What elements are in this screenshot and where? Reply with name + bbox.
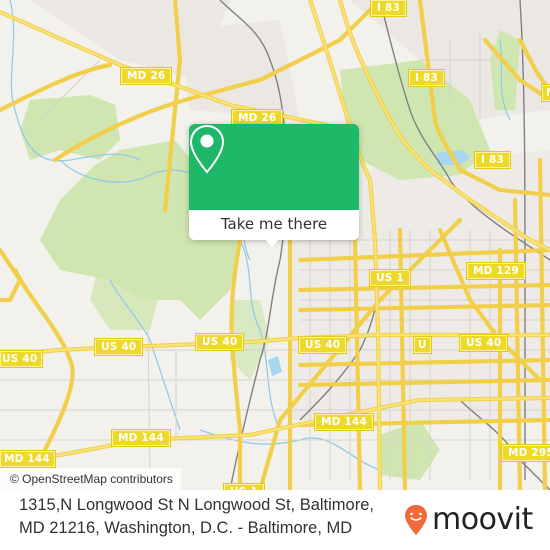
footer: 1315,N Longwood St N Longwood St, Baltim…: [0, 490, 550, 550]
road-shield-md144: MD 144: [112, 430, 170, 446]
road-shield-us40: U: [414, 337, 431, 353]
moovit-logo[interactable]: moovit: [404, 500, 533, 540]
moovit-pin-icon: [405, 505, 427, 535]
destination-address: 1315,N Longwood St N Longwood St, Baltim…: [19, 496, 374, 537]
map-view[interactable]: MD 26 MD 26 I 83 I 83 I 83 M US 1 MD 129…: [0, 0, 550, 490]
location-pin-icon: [189, 124, 225, 174]
road-shield-i83: I 83: [475, 152, 510, 168]
road-shield-md295: MD 295: [502, 445, 550, 461]
road-shield-md144: MD 144: [0, 451, 55, 467]
destination-popup: Take me there: [189, 124, 359, 240]
popup-pointer: [264, 238, 280, 247]
road-shield-us40: US 40: [299, 337, 347, 353]
road-shield-i83: I 83: [371, 0, 406, 16]
map-attribution[interactable]: © OpenStreetMap contributors: [0, 468, 181, 490]
popup-header: [189, 124, 359, 210]
road-shield-i83: I 83: [409, 70, 444, 86]
road-shield-md: M: [542, 85, 550, 101]
road-shield-md26: MD 26: [121, 68, 172, 84]
road-shield-md144: MD 144: [315, 414, 373, 430]
road-shield-us40: US 40: [0, 351, 43, 367]
road-shield-us40: US 40: [196, 334, 244, 350]
road-shield-us40: US 40: [460, 335, 508, 351]
moovit-wordmark: moovit: [432, 502, 533, 537]
road-shield-us40: US 40: [95, 339, 143, 355]
road-shield-md129: MD 129: [467, 263, 525, 279]
take-me-there-button[interactable]: Take me there: [189, 210, 359, 240]
road-shield-us1: US 1: [370, 270, 410, 286]
